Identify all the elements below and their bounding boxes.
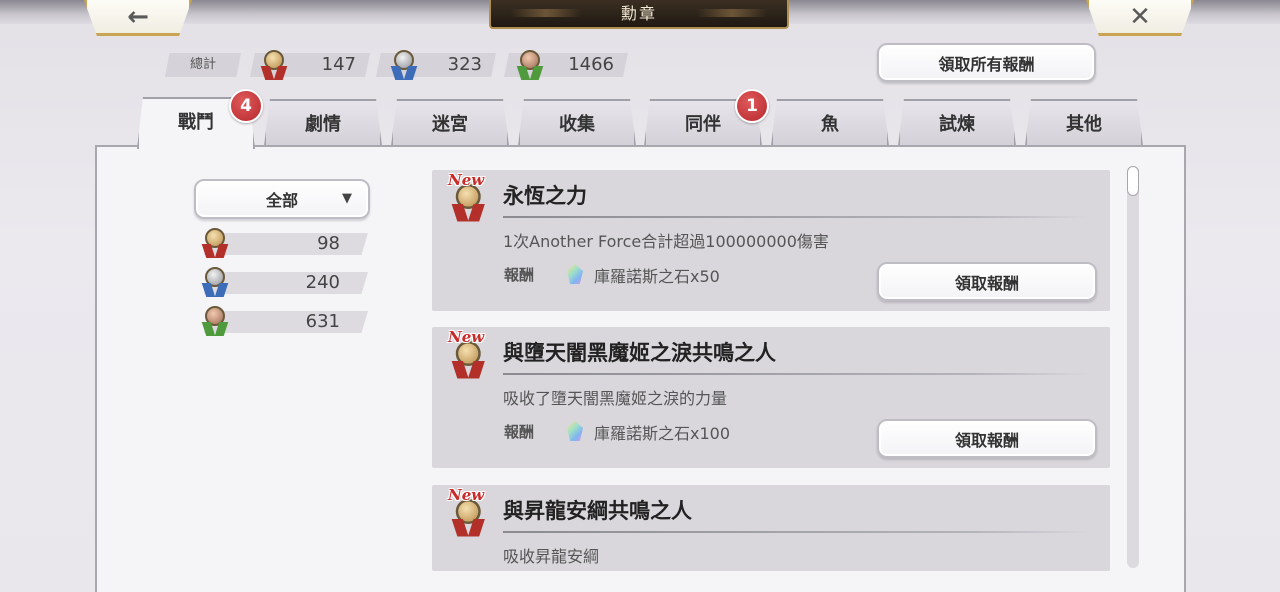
back-button[interactable]: ← <box>84 0 192 36</box>
close-icon: ✕ <box>1129 1 1151 32</box>
tab-collection[interactable]: 收集 <box>518 99 636 146</box>
chronos-stone-icon <box>567 421 583 441</box>
total-silver-count: 323 <box>447 54 482 75</box>
scrollbar-thumb[interactable] <box>1127 166 1139 196</box>
filter-silver-count: 240 <box>305 272 340 293</box>
filter-gold-count: 98 <box>317 233 340 254</box>
back-arrow-icon: ← <box>127 1 149 32</box>
achievement-description: 吸收了墮天闇黑魔姬之淚的力量 <box>503 389 728 408</box>
silver-medal-icon <box>201 267 229 299</box>
claim-reward-button[interactable]: 領取報酬 <box>877 262 1097 301</box>
gold-medal-icon <box>451 341 485 381</box>
divider <box>503 531 1088 533</box>
filter-gold-count-row: 98 <box>196 228 368 260</box>
tab-story[interactable]: 劇情 <box>264 99 382 146</box>
silver-medal-icon <box>390 50 418 82</box>
tab-battle-badge: 4 <box>229 89 263 123</box>
filter-silver-count-row: 240 <box>196 267 368 299</box>
list-scrollbar[interactable] <box>1127 166 1139 568</box>
tab-companion-badge: 1 <box>735 89 769 123</box>
achievement-card: New 與昇龍安綱共鳴之人 吸收昇龍安綱 <box>432 485 1110 571</box>
chronos-stone-icon <box>567 264 583 284</box>
reward-value: 庫羅諾斯之石x50 <box>594 267 720 286</box>
page-title: 勳章 <box>489 0 789 29</box>
achievement-description: 1次Another Force合計超過100000000傷害 <box>503 232 829 251</box>
tab-dungeon[interactable]: 迷宮 <box>391 99 509 146</box>
achievement-card: New 與墮天闇黑魔姬之淚共鳴之人 吸收了墮天闇黑魔姬之淚的力量 報酬 庫羅諾斯… <box>432 327 1110 468</box>
total-gold-count: 147 <box>321 54 356 75</box>
tab-other[interactable]: 其他 <box>1025 99 1143 146</box>
bronze-medal-icon <box>516 50 544 82</box>
achievement-title: 永恆之力 <box>503 183 587 208</box>
reward-value: 庫羅諾斯之石x100 <box>594 424 731 443</box>
claim-reward-button[interactable]: 領取報酬 <box>877 419 1097 458</box>
achievement-card: New 永恆之力 1次Another Force合計超過100000000傷害 … <box>432 170 1110 311</box>
filter-bronze-count-row: 631 <box>196 306 368 338</box>
gold-medal-icon <box>201 228 229 260</box>
filter-bronze-count: 631 <box>305 311 340 332</box>
gold-medal-icon <box>451 184 485 224</box>
filter-dropdown[interactable]: 全部 ▼ <box>194 179 370 219</box>
achievement-title: 與墮天闇黑魔姬之淚共鳴之人 <box>503 340 776 365</box>
filter-selected-value: 全部 <box>265 191 298 210</box>
tab-trial[interactable]: 試煉 <box>898 99 1016 146</box>
reward-label: 報酬 <box>504 266 535 284</box>
achievement-title: 與昇龍安綱共鳴之人 <box>503 498 692 523</box>
total-bronze-count: 1466 <box>568 54 614 75</box>
chevron-down-icon: ▼ <box>342 191 352 206</box>
divider <box>503 373 1088 375</box>
new-tag: New <box>448 171 485 189</box>
new-tag: New <box>448 328 485 346</box>
tab-fish[interactable]: 魚 <box>771 99 889 146</box>
totals-label: 總計 <box>165 53 241 77</box>
new-tag: New <box>448 486 485 504</box>
close-button[interactable]: ✕ <box>1086 0 1194 36</box>
divider <box>503 216 1088 218</box>
gold-medal-icon <box>260 50 288 82</box>
bronze-medal-icon <box>201 306 229 338</box>
claim-all-rewards-button[interactable]: 領取所有報酬 <box>877 43 1096 82</box>
gold-medal-icon <box>451 499 485 539</box>
achievement-description: 吸收昇龍安綱 <box>503 547 600 566</box>
reward-label: 報酬 <box>504 423 535 441</box>
